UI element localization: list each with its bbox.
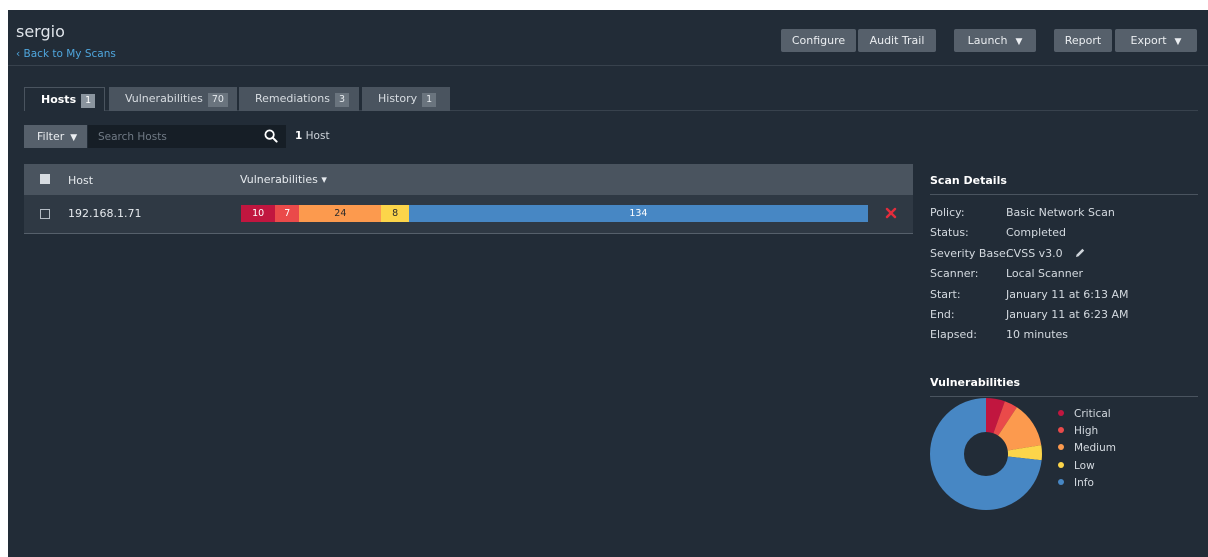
divider (930, 396, 1198, 397)
launch-button-label: Launch (967, 34, 1008, 47)
tab-remediations[interactable]: Remediations 3 (239, 87, 359, 111)
tab-label: Vulnerabilities (125, 92, 203, 105)
table-header: Host Vulnerabilities ▾ (24, 164, 913, 195)
scan-details-title: Scan Details (930, 174, 1007, 187)
tab-label: History (378, 92, 418, 105)
severity-bar[interactable]: 10 7 24 8 134 (241, 205, 868, 222)
severity-segment-info: 134 (408, 205, 868, 222)
legend-item-critical: Critical (1058, 408, 1111, 420)
detail-label-status: Status: (930, 226, 969, 239)
legend-item-info: Info (1058, 477, 1094, 489)
caret-down-icon: ▼ (1015, 37, 1023, 47)
page-header: sergio ‹ Back to My Scans Configure Audi… (8, 10, 1208, 66)
severity-segment-critical: 10 (241, 205, 276, 222)
detail-value-status: Completed (1006, 226, 1066, 239)
pencil-icon[interactable] (1074, 247, 1086, 259)
search-icon[interactable] (264, 129, 278, 143)
back-to-scans-link[interactable]: ‹ Back to My Scans (16, 48, 116, 60)
tab-count-badge: 1 (81, 94, 96, 108)
host-address: 192.168.1.71 (68, 207, 142, 220)
detail-label-policy: Policy: (930, 206, 965, 219)
filter-button-label: Filter (37, 130, 65, 143)
table-row[interactable]: 192.168.1.71 10 7 24 8 134 (24, 195, 913, 234)
detail-label-severity-base: Severity Base: (930, 247, 1010, 260)
column-header-host[interactable]: Host (68, 174, 93, 187)
tab-count-badge: 3 (334, 93, 350, 107)
severity-segment-medium: 24 (299, 205, 382, 222)
scan-page: sergio ‹ Back to My Scans Configure Audi… (8, 10, 1208, 557)
detail-label-scanner: Scanner: (930, 267, 979, 280)
legend-swatch (1058, 427, 1064, 433)
severity-segment-high: 7 (275, 205, 300, 222)
legend-label: Info (1074, 477, 1094, 489)
tab-count-badge: 70 (207, 93, 228, 107)
caret-down-icon: ▼ (1174, 37, 1182, 47)
tab-vulnerabilities[interactable]: Vulnerabilities 70 (109, 87, 237, 111)
detail-label-end: End: (930, 308, 955, 321)
legend-label: Medium (1074, 442, 1116, 454)
detail-value-severity-base: CVSS v3.0 (1006, 247, 1063, 260)
legend-label: High (1074, 425, 1099, 437)
tab-hosts[interactable]: Hosts 1 (24, 87, 105, 111)
page-title: sergio (16, 22, 65, 41)
legend-swatch (1058, 462, 1064, 468)
detail-value-elapsed: 10 minutes (1006, 328, 1069, 341)
legend-swatch (1058, 444, 1064, 450)
export-button-label: Export (1130, 34, 1167, 47)
divider (930, 194, 1198, 195)
detail-value-start: January 11 at 6:13 AM (1006, 288, 1129, 301)
column-header-vulnerabilities[interactable]: Vulnerabilities ▾ (240, 173, 327, 186)
tab-label: Remediations (255, 92, 330, 105)
legend-item-low: Low (1058, 460, 1095, 472)
export-button[interactable]: Export ▼ (1115, 29, 1197, 52)
severity-segment-low: 8 (381, 205, 409, 222)
host-count-number: 1 (295, 130, 303, 142)
tab-count-badge: 1 (422, 93, 437, 107)
hosts-table: Host Vulnerabilities ▾ 192.168.1.71 10 7… (24, 164, 913, 235)
tab-history[interactable]: History 1 (362, 87, 450, 111)
detail-value-scanner: Local Scanner (1006, 267, 1084, 280)
detail-value-policy: Basic Network Scan (1006, 206, 1115, 219)
caret-down-icon: ▼ (70, 133, 78, 143)
top-strip (0, 0, 1208, 10)
tab-label: Hosts (41, 93, 77, 106)
configure-button[interactable]: Configure (781, 29, 856, 52)
select-all-checkbox[interactable] (40, 174, 50, 184)
detail-label-elapsed: Elapsed: (930, 328, 977, 341)
host-count: 1 Host (295, 130, 330, 142)
legend-label: Low (1074, 460, 1095, 472)
vulnerabilities-chart-title: Vulnerabilities (930, 376, 1021, 389)
legend-swatch (1058, 410, 1064, 416)
detail-value-end: January 11 at 6:23 AM (1006, 308, 1129, 321)
search-hosts-input[interactable] (88, 125, 286, 148)
legend-label: Critical (1074, 408, 1111, 420)
legend-item-high: High (1058, 425, 1098, 437)
launch-button[interactable]: Launch ▼ (954, 29, 1036, 52)
filter-button[interactable]: Filter ▼ (24, 125, 87, 148)
detail-label-start: Start: (930, 288, 961, 301)
legend-item-medium: Medium (1058, 442, 1116, 454)
legend-swatch (1058, 479, 1064, 485)
audit-trail-button[interactable]: Audit Trail (858, 29, 936, 52)
row-checkbox[interactable] (40, 209, 50, 219)
vulnerabilities-donut-chart[interactable] (930, 398, 1042, 510)
host-count-unit: Host (305, 130, 330, 142)
close-icon[interactable] (885, 207, 897, 219)
report-button[interactable]: Report (1054, 29, 1112, 52)
